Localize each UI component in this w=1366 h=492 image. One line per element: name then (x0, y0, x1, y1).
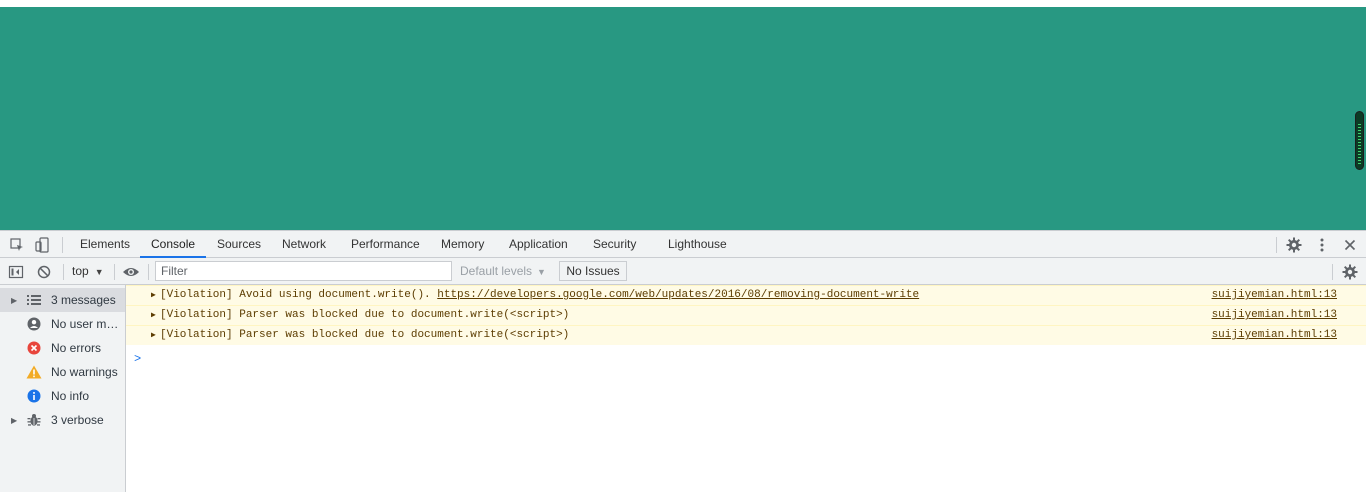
issues-button[interactable]: No Issues (559, 261, 627, 281)
settings-gear-icon[interactable] (1285, 236, 1303, 254)
devtools-tabbar: Elements Console Sources Network Perform… (0, 230, 1366, 258)
toolbar-divider (114, 264, 115, 280)
message-source-link[interactable]: suijiyemian.html:13 (1212, 286, 1337, 305)
message-text: [Violation] Parser was blocked due to do… (160, 329, 570, 341)
context-selector[interactable]: top ▼ (72, 258, 104, 284)
sidebar-item-label: No errors (51, 341, 102, 355)
tab-console[interactable]: Console (151, 231, 195, 258)
devtools-panel: Elements Console Sources Network Perform… (0, 230, 1366, 492)
dropdown-arrow-icon: ▼ (94, 267, 104, 277)
tab-lighthouse[interactable]: Lighthouse (668, 231, 727, 258)
tab-sources[interactable]: Sources (217, 231, 261, 258)
tabbar-divider (62, 237, 63, 253)
console-prompt-icon[interactable]: > (134, 352, 141, 366)
sidebar-item-label: No warnings (51, 365, 118, 379)
sidebar-item-verbose[interactable]: ▶ 3 verbose (0, 408, 125, 432)
toolbar-divider (148, 264, 149, 280)
device-toolbar-icon[interactable] (33, 236, 51, 254)
browser-top-edge (0, 0, 1366, 7)
log-levels-dropdown[interactable]: Default levels ▼ (460, 258, 546, 284)
page-viewport (0, 7, 1366, 230)
user-icon (26, 316, 42, 332)
console-message[interactable]: ▶ [Violation] Parser was blocked due to … (126, 325, 1366, 345)
message-source-link[interactable]: suijiyemian.html:13 (1212, 306, 1337, 325)
tab-elements[interactable]: Elements (80, 231, 130, 258)
sidebar-item-label: No info (51, 389, 90, 403)
message-text: [Violation] Parser was blocked due to do… (160, 309, 570, 321)
toolbar-divider (63, 264, 64, 280)
message-link[interactable]: https://developers.google.com/web/update… (437, 289, 919, 301)
sidebar-item-label: 3 verbose (51, 413, 104, 427)
tab-network[interactable]: Network (282, 231, 326, 258)
dropdown-arrow-icon: ▼ (537, 267, 546, 277)
page-scroll-indicator[interactable] (1355, 111, 1364, 170)
expand-arrow-icon[interactable]: ▶ (11, 296, 17, 305)
list-icon (26, 292, 42, 308)
console-message[interactable]: ▶ [Violation] Avoid using document.write… (126, 285, 1366, 305)
sidebar-item-label: No user messages (51, 317, 123, 331)
message-text: [Violation] Avoid using document.write()… (160, 289, 438, 301)
filter-input[interactable] (155, 261, 452, 281)
bug-icon (26, 412, 42, 428)
inspect-element-icon[interactable] (8, 236, 26, 254)
clear-console-icon[interactable] (35, 263, 53, 281)
console-output: ▶ [Violation] Avoid using document.write… (126, 285, 1366, 492)
console-toolbar: top ▼ Default levels ▼ No Issues (0, 258, 1366, 285)
sidebar-item-messages[interactable]: ▶ 3 messages (0, 288, 125, 312)
info-icon (26, 388, 42, 404)
console-sidebar: ▶ 3 messages No user messages No errors … (0, 285, 126, 492)
sidebar-item-errors[interactable]: No errors (0, 336, 125, 360)
message-source-link[interactable]: suijiyemian.html:13 (1212, 326, 1337, 345)
more-options-icon[interactable] (1313, 236, 1331, 254)
tab-application[interactable]: Application (509, 231, 568, 258)
console-message[interactable]: ▶ [Violation] Parser was blocked due to … (126, 305, 1366, 325)
warning-icon (26, 364, 42, 380)
console-settings-gear-icon[interactable] (1341, 263, 1359, 281)
error-icon (26, 340, 42, 356)
context-label: top (72, 264, 89, 278)
expand-arrow-icon[interactable]: ▶ (151, 306, 156, 325)
log-levels-label: Default levels (460, 264, 533, 278)
expand-arrow-icon[interactable]: ▶ (11, 416, 17, 425)
toolbar-divider (1332, 264, 1333, 280)
show-sidebar-icon[interactable] (7, 263, 25, 281)
sidebar-item-warnings[interactable]: No warnings (0, 360, 125, 384)
sidebar-item-user-messages[interactable]: No user messages (0, 312, 125, 336)
expand-arrow-icon[interactable]: ▶ (151, 326, 156, 345)
tab-memory[interactable]: Memory (441, 231, 484, 258)
close-icon[interactable] (1341, 236, 1359, 254)
sidebar-item-label: 3 messages (51, 293, 116, 307)
tab-performance[interactable]: Performance (351, 231, 420, 258)
tabbar-divider (1276, 237, 1277, 253)
expand-arrow-icon[interactable]: ▶ (151, 286, 156, 305)
tab-security[interactable]: Security (593, 231, 636, 258)
live-expression-eye-icon[interactable] (122, 263, 140, 281)
sidebar-item-info[interactable]: No info (0, 384, 125, 408)
